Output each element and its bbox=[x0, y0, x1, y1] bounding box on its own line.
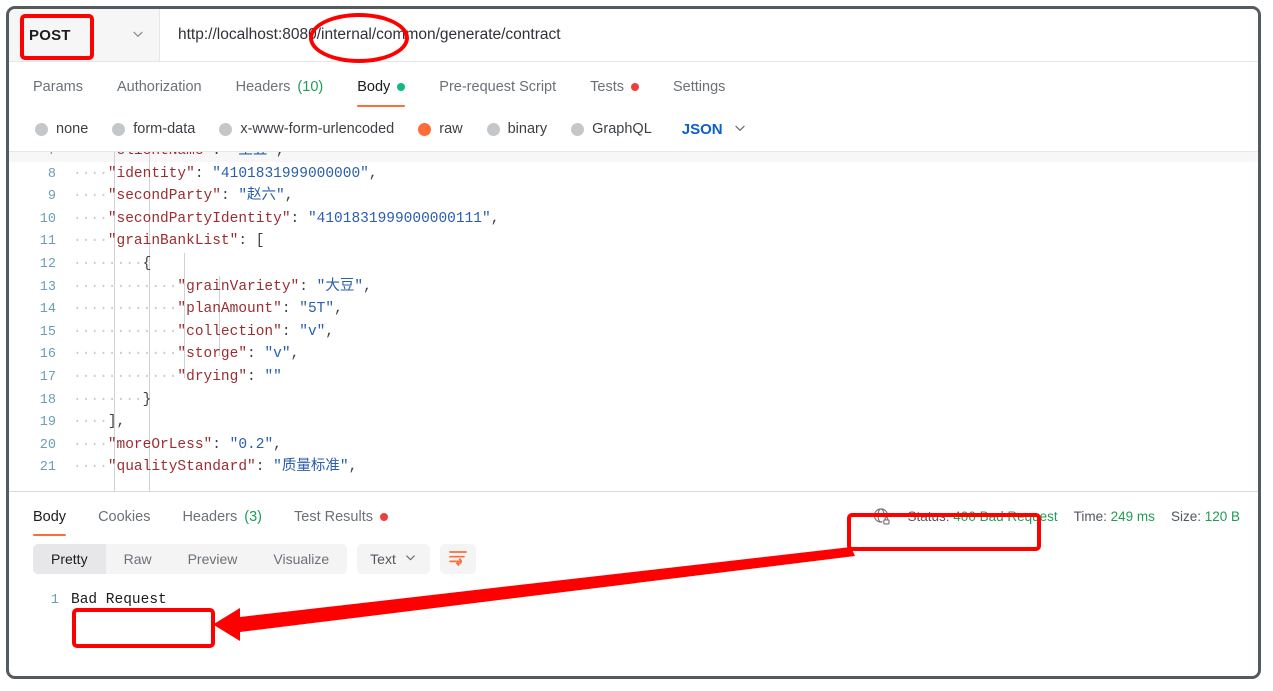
arrow-status-to-body bbox=[213, 547, 855, 641]
